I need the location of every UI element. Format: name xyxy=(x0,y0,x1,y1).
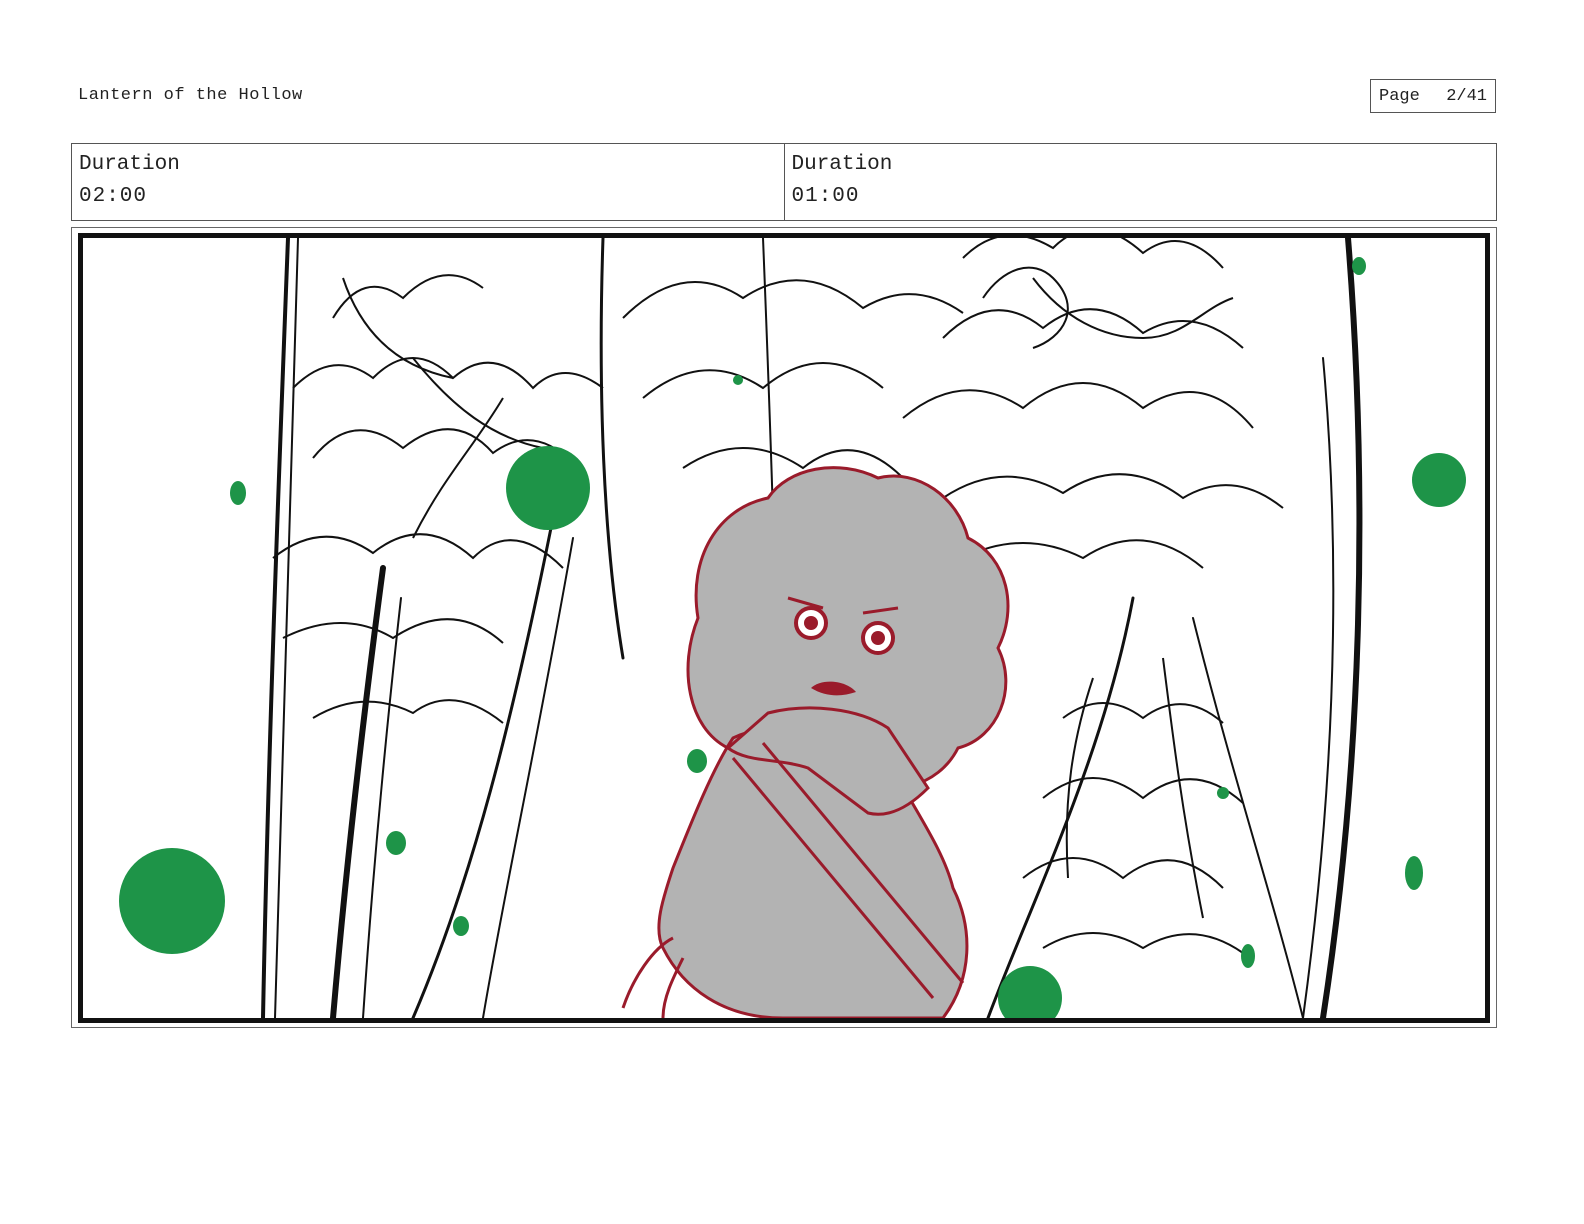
panel-frame xyxy=(78,233,1490,1023)
spore xyxy=(1412,453,1466,507)
spore xyxy=(1405,856,1423,890)
spore xyxy=(230,481,246,505)
spore xyxy=(1241,944,1255,968)
spore xyxy=(386,831,406,855)
spore xyxy=(687,749,707,773)
duration-label: Duration xyxy=(79,153,180,176)
page-number: 2/41 xyxy=(1446,86,1487,106)
spore xyxy=(998,966,1062,1018)
spore xyxy=(1352,257,1366,275)
spore xyxy=(119,848,225,954)
spore xyxy=(453,916,469,936)
project-title: Lantern of the Hollow xyxy=(78,86,303,105)
duration-label: Duration xyxy=(791,153,893,176)
character xyxy=(621,466,1010,1018)
page-indicator: Page 2/41 xyxy=(1370,79,1496,113)
duration-row: Duration 02:00 Duration 01:00 xyxy=(71,143,1497,221)
spore xyxy=(733,375,743,385)
storyboard-panel xyxy=(71,227,1497,1028)
page-label: Page xyxy=(1379,86,1420,106)
duration-cell-1: Duration 02:00 xyxy=(72,144,784,220)
duration-cell-2: Duration 01:00 xyxy=(783,144,1497,220)
spore xyxy=(1217,787,1229,799)
duration-value: 01:00 xyxy=(791,185,860,208)
duration-value: 02:00 xyxy=(79,185,148,208)
spore xyxy=(506,446,590,530)
panel-artwork xyxy=(119,238,1466,1018)
